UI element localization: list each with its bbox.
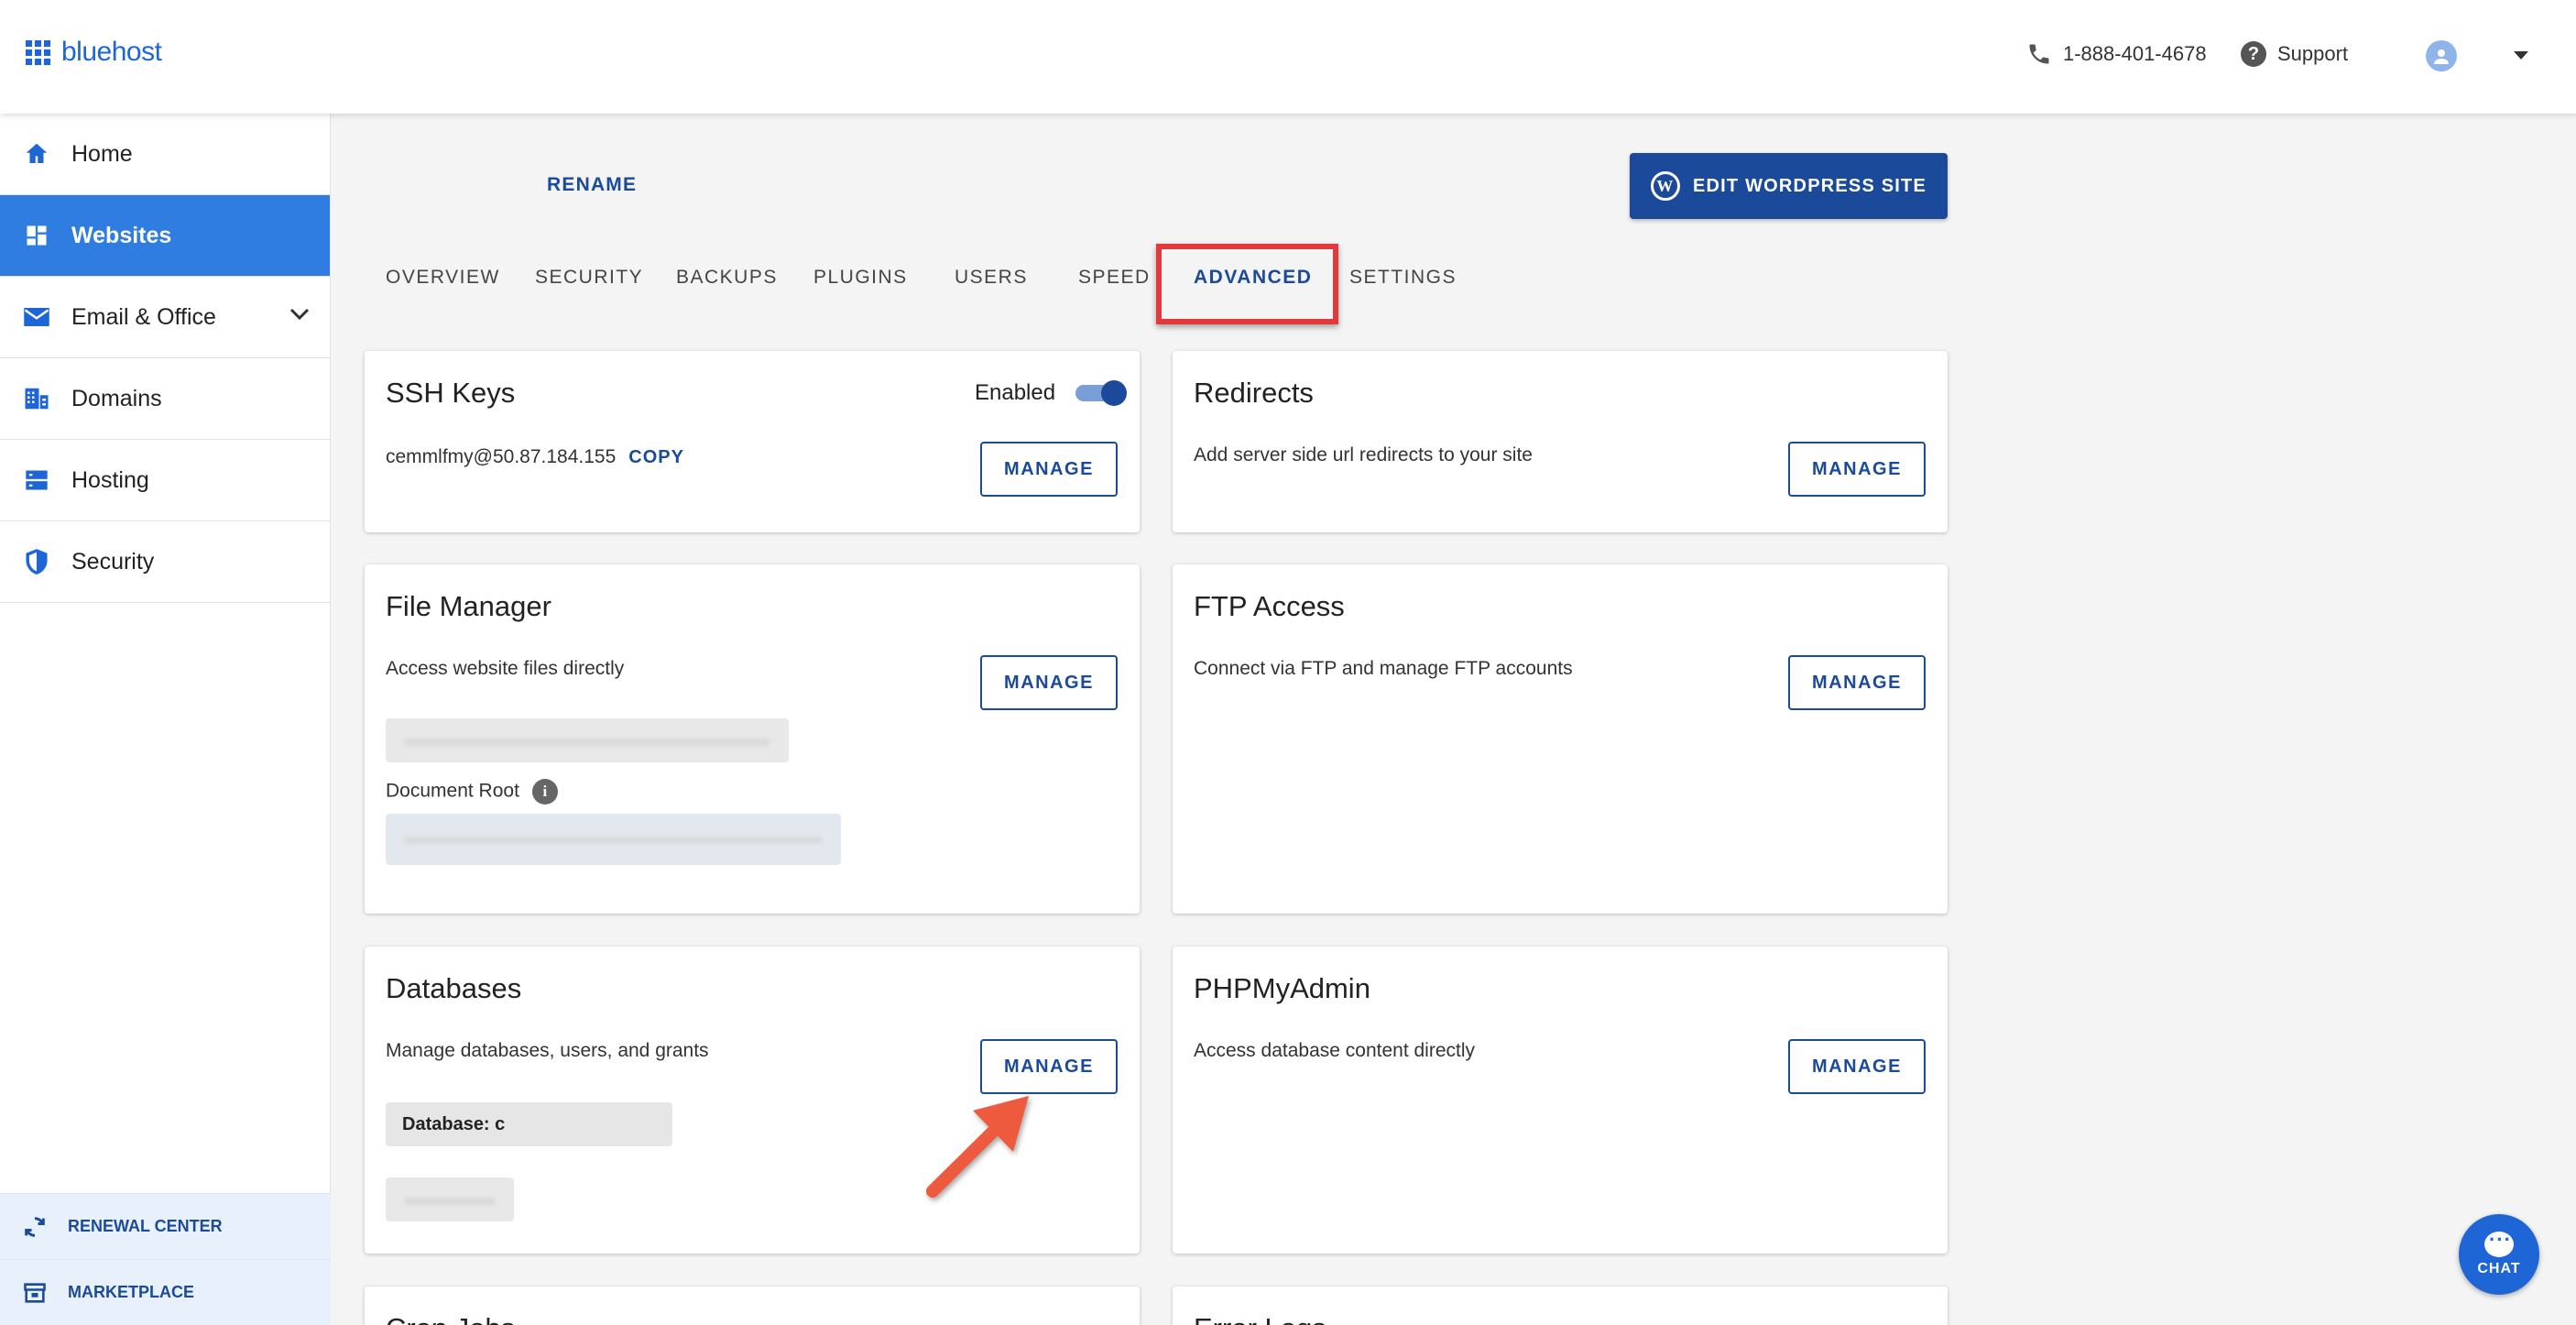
card-title: Redirects xyxy=(1194,377,1314,409)
database-label: Database: c xyxy=(402,1113,506,1134)
chevron-down-icon[interactable] xyxy=(289,308,310,321)
error-logs-card: Error Logs xyxy=(1173,1287,1948,1325)
sidebar-item-hosting[interactable]: Hosting xyxy=(0,440,330,521)
tab-highlight-box xyxy=(1156,244,1338,324)
avatar[interactable] xyxy=(2426,40,2457,71)
user-icon xyxy=(2434,49,2449,64)
marketplace-label: MARKETPLACE xyxy=(68,1283,194,1301)
sidebar-item-email-office[interactable]: Email & Office xyxy=(0,277,330,358)
home-icon xyxy=(22,139,51,169)
ssh-toggle[interactable] xyxy=(1075,380,1127,406)
file-manager-card: File Manager Access website files direct… xyxy=(365,564,1140,914)
sidebar-item-label: Security xyxy=(71,548,155,575)
sidebar-item-label: Domains xyxy=(71,385,162,411)
sidebar-footer: RENEWAL CENTER MARKETPLACE xyxy=(0,1193,331,1325)
support-label: Support xyxy=(2277,42,2349,65)
chat-label: CHAT xyxy=(2477,1261,2521,1276)
card-description: Access database content directly xyxy=(1194,1040,1476,1061)
rename-link[interactable]: RENAME xyxy=(547,174,637,196)
marketplace-link[interactable]: MARKETPLACE xyxy=(0,1259,331,1325)
chat-bubble-icon xyxy=(2484,1228,2514,1257)
databases-card: Databases Manage databases, users, and g… xyxy=(365,947,1140,1254)
phpmyadmin-card: PHPMyAdmin Access database content direc… xyxy=(1173,947,1948,1254)
renewal-center-link[interactable]: RENEWAL CENTER xyxy=(0,1193,331,1259)
card-description: Add server side url redirects to your si… xyxy=(1194,444,1533,465)
brand-name: bluehost xyxy=(61,37,162,67)
sidebar-item-label: Home xyxy=(71,140,133,167)
support-link[interactable]: ? Support xyxy=(2241,41,2348,67)
sidebar-item-websites[interactable]: Websites xyxy=(0,195,330,277)
database-name-pill: Database: c xyxy=(386,1102,672,1146)
wordpress-icon: W xyxy=(1650,171,1680,201)
tab-plugins[interactable]: PLUGINS xyxy=(813,267,908,289)
cron-jobs-card: Cron Jobs xyxy=(365,1287,1140,1325)
sidebar: Home Websites Email & Office Domains Hos… xyxy=(0,114,331,1325)
ssh-address: cemmlfmy@50.87.184.155 COPY xyxy=(386,446,684,468)
mail-icon xyxy=(22,302,51,332)
ssh-manage-button[interactable]: MANAGE xyxy=(980,442,1118,497)
tab-speed[interactable]: SPEED xyxy=(1078,267,1151,289)
ssh-address-value: cemmlfmy@50.87.184.155 xyxy=(386,446,617,467)
brand-logo[interactable]: bluehost xyxy=(26,37,162,68)
card-title: Cron Jobs xyxy=(386,1312,515,1325)
sidebar-item-label: Hosting xyxy=(71,466,149,493)
document-root-row: Document Root i xyxy=(386,779,558,805)
server-icon xyxy=(22,465,51,495)
document-root-label: Document Root xyxy=(386,780,519,802)
tab-overview[interactable]: OVERVIEW xyxy=(386,267,500,289)
ftp-manage-button[interactable]: MANAGE xyxy=(1788,655,1926,710)
edit-wordpress-site-button[interactable]: W EDIT WORDPRESS SITE xyxy=(1630,153,1948,219)
renewal-center-label: RENEWAL CENTER xyxy=(68,1217,223,1235)
top-bar: bluehost 1-888-401-4678 ? Support xyxy=(0,0,2576,114)
redirects-manage-button[interactable]: MANAGE xyxy=(1788,442,1926,497)
card-title: Error Logs xyxy=(1194,1312,1326,1325)
tab-settings[interactable]: SETTINGS xyxy=(1349,267,1457,289)
sidebar-item-label: Email & Office xyxy=(71,303,216,330)
sidebar-item-label: Websites xyxy=(71,222,172,248)
tab-security[interactable]: SECURITY xyxy=(535,267,643,289)
help-icon: ? xyxy=(2241,41,2266,67)
card-title: Databases xyxy=(386,972,522,1004)
sidebar-item-home[interactable]: Home xyxy=(0,114,330,195)
chat-button[interactable]: CHAT xyxy=(2459,1214,2539,1295)
ssh-keys-card: SSH Keys Enabled cemmlfmy@50.87.184.155 C… xyxy=(365,351,1140,532)
sidebar-item-domains[interactable]: Domains xyxy=(0,358,330,440)
tab-users[interactable]: USERS xyxy=(955,267,1028,289)
info-icon[interactable]: i xyxy=(531,779,558,805)
card-title: PHPMyAdmin xyxy=(1194,972,1370,1004)
card-title: SSH Keys xyxy=(386,377,516,409)
store-icon xyxy=(24,1282,46,1303)
domains-icon xyxy=(22,384,51,413)
tab-backups[interactable]: BACKUPS xyxy=(676,267,778,289)
copy-button[interactable]: COPY xyxy=(628,447,684,467)
phpmyadmin-manage-button[interactable]: MANAGE xyxy=(1788,1039,1926,1094)
card-title: FTP Access xyxy=(1194,590,1345,622)
redirects-card: Redirects Add server side url redirects … xyxy=(1173,351,1948,532)
ssh-toggle-label: Enabled xyxy=(975,380,1056,405)
databases-manage-button[interactable]: MANAGE xyxy=(980,1039,1118,1094)
refresh-icon xyxy=(25,1216,45,1237)
card-description: Manage databases, users, and grants xyxy=(386,1040,709,1061)
redacted-db-info xyxy=(386,1177,514,1221)
redacted-path xyxy=(386,718,789,762)
edit-wordpress-label: EDIT WORDPRESS SITE xyxy=(1692,175,1927,196)
ftp-access-card: FTP Access Connect via FTP and manage FT… xyxy=(1173,564,1948,914)
grid-logo-icon xyxy=(26,39,50,65)
phone-link[interactable]: 1-888-401-4678 xyxy=(2026,41,2207,67)
dashboard-icon xyxy=(22,221,51,250)
card-description: Connect via FTP and manage FTP accounts xyxy=(1194,658,1573,679)
card-title: File Manager xyxy=(386,590,551,622)
file-manager-manage-button[interactable]: MANAGE xyxy=(980,655,1118,710)
shield-icon xyxy=(22,547,51,576)
redacted-document-root xyxy=(386,814,841,865)
phone-number: 1-888-401-4678 xyxy=(2063,42,2207,65)
account-dropdown-icon[interactable] xyxy=(2514,51,2528,60)
phone-icon xyxy=(2029,44,2049,64)
sidebar-item-security[interactable]: Security xyxy=(0,521,330,603)
card-description: Access website files directly xyxy=(386,658,625,679)
